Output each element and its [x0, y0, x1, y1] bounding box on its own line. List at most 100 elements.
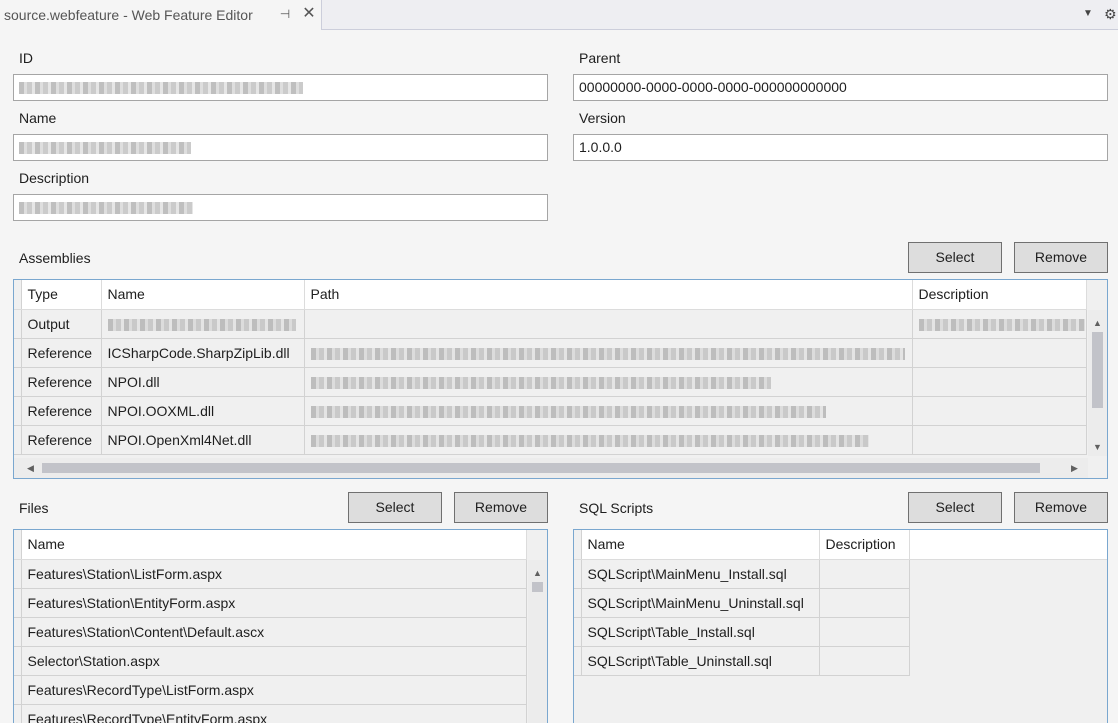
- column-header-path[interactable]: Path: [304, 280, 913, 310]
- description-cell[interactable]: [819, 646, 910, 676]
- column-header-description[interactable]: Description: [912, 280, 1087, 310]
- files-remove-button[interactable]: Remove: [454, 492, 548, 523]
- assemblies-horizontal-scrollbar[interactable]: ◀ ▶: [14, 458, 1088, 478]
- description-cell[interactable]: [819, 559, 910, 589]
- path-cell[interactable]: [304, 425, 913, 455]
- scroll-thumb[interactable]: [1092, 332, 1103, 408]
- table-row[interactable]: Reference ICSharpCode.SharpZipLib.dll: [14, 338, 1087, 368]
- name-cell[interactable]: Features\Station\ListForm.aspx: [21, 559, 527, 589]
- table-row[interactable]: SQLScript\Table_Install.sql: [574, 617, 1107, 647]
- close-icon[interactable]: ✕: [301, 6, 317, 22]
- table-row[interactable]: SQLScript\MainMenu_Install.sql: [574, 559, 1107, 589]
- row-header[interactable]: [14, 338, 22, 368]
- column-header-name[interactable]: Name: [581, 530, 820, 560]
- parent-field[interactable]: 00000000-0000-0000-0000-000000000000: [573, 74, 1108, 101]
- sql-scripts-select-button[interactable]: Select: [908, 492, 1002, 523]
- row-header[interactable]: [574, 559, 582, 589]
- table-row[interactable]: Features\Station\EntityForm.aspx: [14, 588, 527, 618]
- name-cell[interactable]: Selector\Station.aspx: [21, 646, 527, 676]
- sql-scripts-remove-button[interactable]: Remove: [1014, 492, 1108, 523]
- scroll-down-icon[interactable]: ▼: [1089, 442, 1106, 452]
- path-cell[interactable]: [304, 309, 913, 339]
- description-cell[interactable]: [912, 338, 1087, 368]
- document-tab[interactable]: source.webfeature - Web Feature Editor ⊣…: [0, 0, 322, 30]
- row-header[interactable]: [574, 646, 582, 676]
- row-header-corner: [14, 530, 22, 560]
- row-header[interactable]: [14, 559, 22, 589]
- filler-cell: [909, 588, 1107, 617]
- assemblies-select-button[interactable]: Select: [908, 242, 1002, 273]
- column-header-name[interactable]: Name: [101, 280, 305, 310]
- table-row[interactable]: SQLScript\MainMenu_Uninstall.sql: [574, 588, 1107, 618]
- name-cell[interactable]: ICSharpCode.SharpZipLib.dll: [101, 338, 305, 368]
- name-cell[interactable]: SQLScript\Table_Install.sql: [581, 617, 820, 647]
- table-row[interactable]: Reference NPOI.dll: [14, 367, 1087, 397]
- row-header[interactable]: [14, 309, 22, 339]
- description-cell[interactable]: [912, 367, 1087, 397]
- scroll-right-icon[interactable]: ▶: [1066, 463, 1083, 473]
- name-cell[interactable]: NPOI.OpenXml4Net.dll: [101, 425, 305, 455]
- type-cell[interactable]: Reference: [21, 367, 102, 397]
- row-header[interactable]: [14, 675, 22, 705]
- pin-icon[interactable]: ⊣: [278, 7, 292, 21]
- tab-dropdown-icon[interactable]: ▼: [1082, 8, 1094, 20]
- name-cell[interactable]: Features\RecordType\EntityForm.aspx: [21, 704, 527, 723]
- column-header-name[interactable]: Name: [21, 530, 527, 560]
- row-header[interactable]: [14, 588, 22, 618]
- description-field[interactable]: [13, 194, 548, 221]
- table-row[interactable]: Features\Station\ListForm.aspx: [14, 559, 527, 589]
- type-cell[interactable]: Reference: [21, 338, 102, 368]
- version-field[interactable]: 1.0.0.0: [573, 134, 1108, 161]
- scroll-thumb[interactable]: [42, 463, 1040, 473]
- assemblies-vertical-scrollbar[interactable]: ▲ ▼: [1088, 310, 1107, 456]
- table-row[interactable]: SQLScript\Table_Uninstall.sql: [574, 646, 1107, 676]
- description-cell[interactable]: [912, 396, 1087, 426]
- column-header-type[interactable]: Type: [21, 280, 102, 310]
- description-cell[interactable]: [912, 425, 1087, 455]
- table-row[interactable]: Features\RecordType\EntityForm.aspx: [14, 704, 527, 723]
- description-cell[interactable]: [819, 588, 910, 618]
- table-row[interactable]: Features\RecordType\ListForm.aspx: [14, 675, 527, 705]
- type-cell[interactable]: Reference: [21, 396, 102, 426]
- name-cell[interactable]: NPOI.dll: [101, 367, 305, 397]
- table-row[interactable]: Reference NPOI.OpenXml4Net.dll: [14, 425, 1087, 455]
- scroll-thumb[interactable]: [532, 582, 543, 592]
- name-cell[interactable]: Features\Station\EntityForm.aspx: [21, 588, 527, 618]
- assemblies-remove-button[interactable]: Remove: [1014, 242, 1108, 273]
- table-row[interactable]: Selector\Station.aspx: [14, 646, 527, 676]
- name-cell[interactable]: SQLScript\Table_Uninstall.sql: [581, 646, 820, 676]
- path-cell[interactable]: [304, 338, 913, 368]
- files-vertical-scrollbar[interactable]: ▲: [528, 560, 547, 723]
- scroll-left-icon[interactable]: ◀: [22, 463, 39, 473]
- name-field[interactable]: [13, 134, 548, 161]
- description-cell[interactable]: [912, 309, 1087, 339]
- id-field[interactable]: [13, 74, 548, 101]
- row-header[interactable]: [14, 396, 22, 426]
- column-header-description[interactable]: Description: [819, 530, 910, 560]
- table-row[interactable]: Features\Station\Content\Default.ascx: [14, 617, 527, 647]
- gear-icon[interactable]: ⚙: [1104, 6, 1118, 22]
- name-cell[interactable]: Features\Station\Content\Default.ascx: [21, 617, 527, 647]
- files-select-button[interactable]: Select: [348, 492, 442, 523]
- name-cell[interactable]: SQLScript\MainMenu_Uninstall.sql: [581, 588, 820, 618]
- scroll-up-icon[interactable]: ▲: [529, 568, 546, 578]
- description-cell[interactable]: [819, 617, 910, 647]
- row-header[interactable]: [574, 617, 582, 647]
- row-header[interactable]: [14, 425, 22, 455]
- row-header[interactable]: [14, 367, 22, 397]
- table-row[interactable]: Output: [14, 309, 1087, 339]
- scroll-up-icon[interactable]: ▲: [1089, 318, 1106, 328]
- name-cell[interactable]: Features\RecordType\ListForm.aspx: [21, 675, 527, 705]
- name-cell[interactable]: [101, 309, 305, 339]
- name-cell[interactable]: NPOI.OOXML.dll: [101, 396, 305, 426]
- type-cell[interactable]: Output: [21, 309, 102, 339]
- row-header[interactable]: [14, 704, 22, 723]
- path-cell[interactable]: [304, 367, 913, 397]
- row-header[interactable]: [574, 588, 582, 618]
- type-cell[interactable]: Reference: [21, 425, 102, 455]
- name-cell[interactable]: SQLScript\MainMenu_Install.sql: [581, 559, 820, 589]
- row-header[interactable]: [14, 617, 22, 647]
- row-header[interactable]: [14, 646, 22, 676]
- path-cell[interactable]: [304, 396, 913, 426]
- table-row[interactable]: Reference NPOI.OOXML.dll: [14, 396, 1087, 426]
